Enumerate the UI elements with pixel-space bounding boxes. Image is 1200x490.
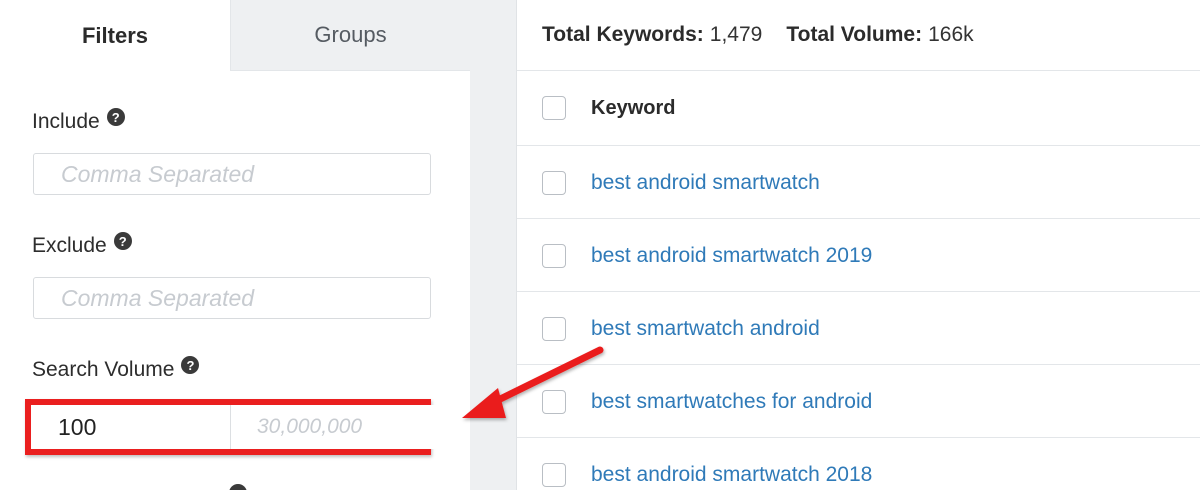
keyword-link[interactable]: best android smartwatch 2018 [591,463,872,487]
search-volume-label-text: Search Volume [32,358,175,381]
row-checkbox[interactable] [542,170,566,195]
table-row: best android smartwatch [517,146,1200,219]
exclude-label: Exclude ? [32,232,132,258]
annotation-arrow-icon [462,346,604,418]
filters-panel: Filters Groups Include ? Exclude ? Searc… [0,0,531,490]
include-help-icon[interactable]: ? [106,108,125,126]
tab-filters[interactable]: Filters [0,0,230,71]
keyword-column-header[interactable]: Keyword [591,97,675,120]
total-keywords-label: Total Keywords: [542,23,704,46]
panel-tabs: Filters Groups [0,0,470,71]
keyword-link[interactable]: best android smartwatch 2019 [591,244,872,268]
keyword-link[interactable]: best smartwatches for android [591,390,872,414]
next-filter-help-icon[interactable] [229,484,247,490]
include-label-text: Include [32,110,100,133]
select-all-checkbox[interactable] [542,96,566,120]
total-keywords-value: 1,479 [709,23,763,46]
search-volume-min-input[interactable] [31,405,231,449]
search-volume-help-icon[interactable]: ? [181,356,200,374]
table-row: best android smartwatch 2018 [517,438,1200,490]
exclude-label-text: Exclude [32,234,107,257]
search-volume-label: Search Volume ? [32,356,200,382]
row-checkbox[interactable] [542,243,566,268]
exclude-help-icon[interactable]: ? [113,232,132,250]
row-checkbox[interactable] [542,462,566,487]
table-row: best android smartwatch 2019 [517,219,1200,292]
tab-groups[interactable]: Groups [230,0,470,71]
keyword-link[interactable]: best smartwatch android [591,317,820,341]
include-input[interactable] [33,153,431,195]
search-volume-range-highlight [25,399,531,455]
results-summary: Total Keywords: 1,479 Total Volume: 166k [542,0,998,70]
include-label: Include ? [32,108,125,134]
exclude-input[interactable] [33,277,431,319]
table-header: Keyword [517,71,1200,145]
keyword-link[interactable]: best android smartwatch [591,171,820,195]
total-volume-label: Total Volume: [786,23,923,46]
total-volume-value: 166k [928,23,974,46]
